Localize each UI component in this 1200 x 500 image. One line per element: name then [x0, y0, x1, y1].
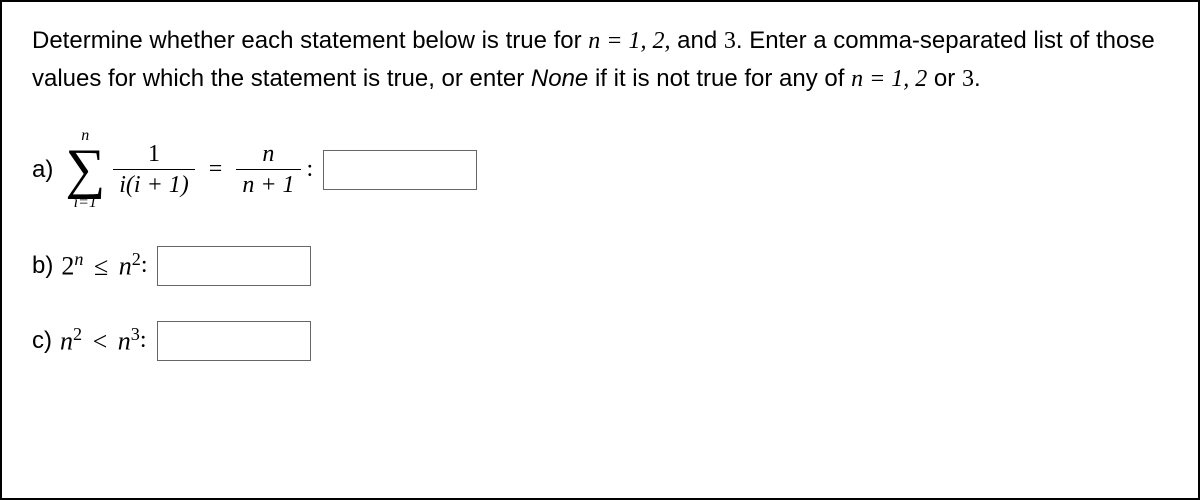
instr-or: or	[927, 65, 962, 92]
colon-b: :	[141, 252, 148, 279]
b-base1: 2	[61, 252, 74, 281]
c-op: <	[93, 327, 108, 356]
instr-three2: 3	[962, 66, 974, 92]
problem-a: a) n ∑ i=1 1 i(i + 1) = n n + 1 :	[32, 128, 1168, 210]
rhs-denominator: n + 1	[236, 169, 300, 198]
colon-a: :	[307, 156, 314, 183]
instr-none: None	[531, 65, 588, 92]
expr-b: 2n ≤ n2	[61, 249, 140, 282]
b-op: ≤	[94, 252, 108, 281]
summation-symbol: n ∑ i=1	[65, 128, 105, 210]
lhs-numerator: 1	[142, 141, 166, 169]
c-base2: n	[118, 327, 131, 356]
lhs-denominator: i(i + 1)	[113, 169, 195, 198]
sigma-icon: ∑	[65, 144, 105, 194]
answer-input-b[interactable]	[157, 246, 311, 286]
problem-b: b) 2n ≤ n2:	[32, 246, 1168, 286]
problem-a-label: a)	[32, 156, 53, 184]
instr-part4: if it is not true for any of	[588, 65, 851, 92]
c-base1: n	[60, 327, 73, 356]
instr-part2: and	[670, 27, 723, 54]
instructions-text: Determine whether each statement below i…	[32, 22, 1168, 98]
b-base2: n	[119, 252, 132, 281]
expr-c: n2 < n3	[60, 324, 140, 357]
b-exp2: 2	[132, 249, 141, 269]
problem-b-label: b)	[32, 252, 53, 280]
question-frame: Determine whether each statement below i…	[0, 0, 1200, 500]
b-exp1: n	[74, 249, 83, 269]
problem-c: c) n2 < n3:	[32, 321, 1168, 361]
instr-part1: Determine whether each statement below i…	[32, 27, 588, 54]
c-exp1: 2	[73, 324, 82, 344]
answer-input-a[interactable]	[323, 150, 477, 190]
instr-period: .	[974, 65, 981, 92]
problem-c-label: c)	[32, 327, 52, 355]
rhs-numerator: n	[256, 141, 280, 169]
instr-three: 3	[724, 28, 736, 54]
colon-c: :	[140, 327, 147, 354]
c-exp2: 3	[131, 324, 140, 344]
lhs-fraction: 1 i(i + 1)	[113, 141, 195, 199]
sum-lower: i=1	[74, 195, 97, 211]
equals-sign: =	[209, 156, 223, 183]
instr-n-eq2: n = 1, 2	[851, 66, 927, 92]
rhs-fraction: n n + 1	[236, 141, 300, 199]
instr-n-eq: n = 1, 2,	[588, 28, 670, 54]
answer-input-c[interactable]	[157, 321, 311, 361]
